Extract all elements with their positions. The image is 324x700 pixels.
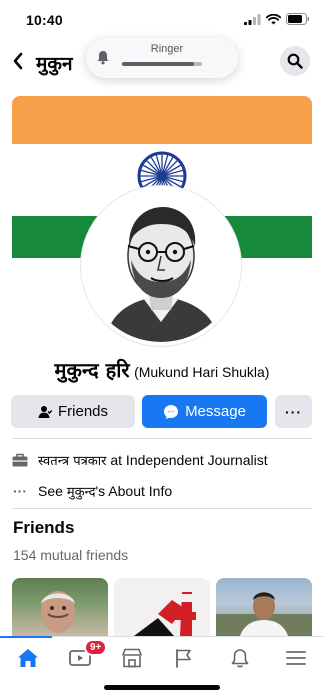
tab-home[interactable] bbox=[10, 645, 46, 671]
friends-section-title: Friends bbox=[13, 518, 75, 537]
status-bar: 10:40 bbox=[0, 0, 324, 40]
about-name-hindi: मुकुन्द bbox=[66, 485, 96, 500]
bottom-tab-bar: 9+ bbox=[0, 636, 324, 700]
signal-icon bbox=[244, 13, 261, 25]
home-icon bbox=[18, 649, 38, 667]
more-dots-icon: ··· bbox=[13, 483, 27, 499]
marketplace-icon bbox=[122, 648, 142, 668]
briefcase-icon bbox=[12, 453, 28, 467]
profile-name: मुकुन्द हरि (Mukund Hari Shukla) bbox=[0, 356, 324, 383]
message-button-label: Message bbox=[185, 403, 246, 420]
page-title: मुकुन bbox=[36, 53, 73, 75]
home-indicator bbox=[104, 685, 220, 690]
ringer-volume-track bbox=[122, 62, 202, 66]
see-about-info-row[interactable]: ··· See मुकुन्द's About Info bbox=[12, 479, 172, 503]
friends-button[interactable]: Friends bbox=[11, 395, 135, 428]
search-icon bbox=[287, 53, 303, 69]
person-icon bbox=[38, 405, 52, 418]
friend-tile[interactable] bbox=[216, 578, 312, 636]
avatar-sketch bbox=[85, 190, 237, 342]
tab-menu[interactable] bbox=[278, 645, 314, 671]
more-options-button[interactable]: ··· bbox=[275, 395, 312, 428]
status-time: 10:40 bbox=[26, 12, 63, 28]
tab-notifications[interactable] bbox=[222, 645, 258, 671]
divider bbox=[12, 508, 312, 509]
search-button[interactable] bbox=[280, 46, 310, 76]
tab-marketplace[interactable] bbox=[114, 645, 150, 671]
ringer-label: Ringer bbox=[150, 43, 184, 55]
wifi-icon bbox=[266, 13, 281, 24]
message-button[interactable]: Message bbox=[142, 395, 267, 428]
friend-photo bbox=[41, 591, 75, 633]
intro-work-text: स्वतन्त्र पत्रकार at Independent Journal… bbox=[38, 451, 268, 469]
friend-tile[interactable] bbox=[114, 578, 210, 636]
messenger-icon bbox=[164, 404, 179, 419]
more-icon: ··· bbox=[285, 403, 302, 420]
video-notification-badge: 9+ bbox=[84, 639, 108, 656]
menu-icon bbox=[286, 651, 306, 665]
divider bbox=[12, 438, 312, 439]
see-about-info-text[interactable]: See मुकुन्द's About Info bbox=[38, 482, 172, 500]
ringer-volume-fill bbox=[122, 62, 194, 66]
about-suffix: 's About Info bbox=[95, 483, 173, 499]
friend-tile[interactable] bbox=[12, 578, 108, 636]
tab-pages[interactable] bbox=[166, 645, 202, 671]
battery-icon bbox=[286, 13, 310, 25]
about-prefix: See bbox=[38, 483, 67, 499]
active-tab-indicator bbox=[0, 636, 52, 638]
profile-name-hindi: मुकुन्द हरि bbox=[54, 358, 130, 382]
intro-work-rest: at Independent Journalist bbox=[106, 452, 268, 468]
intro-work-row: स्वतन्त्र पत्रकार at Independent Journal… bbox=[12, 448, 268, 472]
intro-work-hindi: स्वतन्त्र पत्रकार bbox=[38, 454, 107, 469]
friends-button-label: Friends bbox=[57, 403, 109, 420]
flag-saffron-band bbox=[12, 96, 312, 144]
status-icons bbox=[244, 13, 310, 25]
back-arrow-icon[interactable] bbox=[8, 48, 28, 74]
profile-name-english: (Mukund Hari Shukla) bbox=[134, 364, 270, 380]
friend-photo bbox=[134, 592, 196, 636]
ringer-overlay: Ringer bbox=[86, 38, 238, 78]
notifications-icon bbox=[231, 648, 249, 667]
profile-avatar[interactable] bbox=[81, 186, 241, 346]
flag-icon bbox=[176, 649, 191, 668]
mutual-friends-count[interactable]: 154 mutual friends bbox=[13, 547, 128, 563]
friend-photo bbox=[216, 592, 312, 636]
